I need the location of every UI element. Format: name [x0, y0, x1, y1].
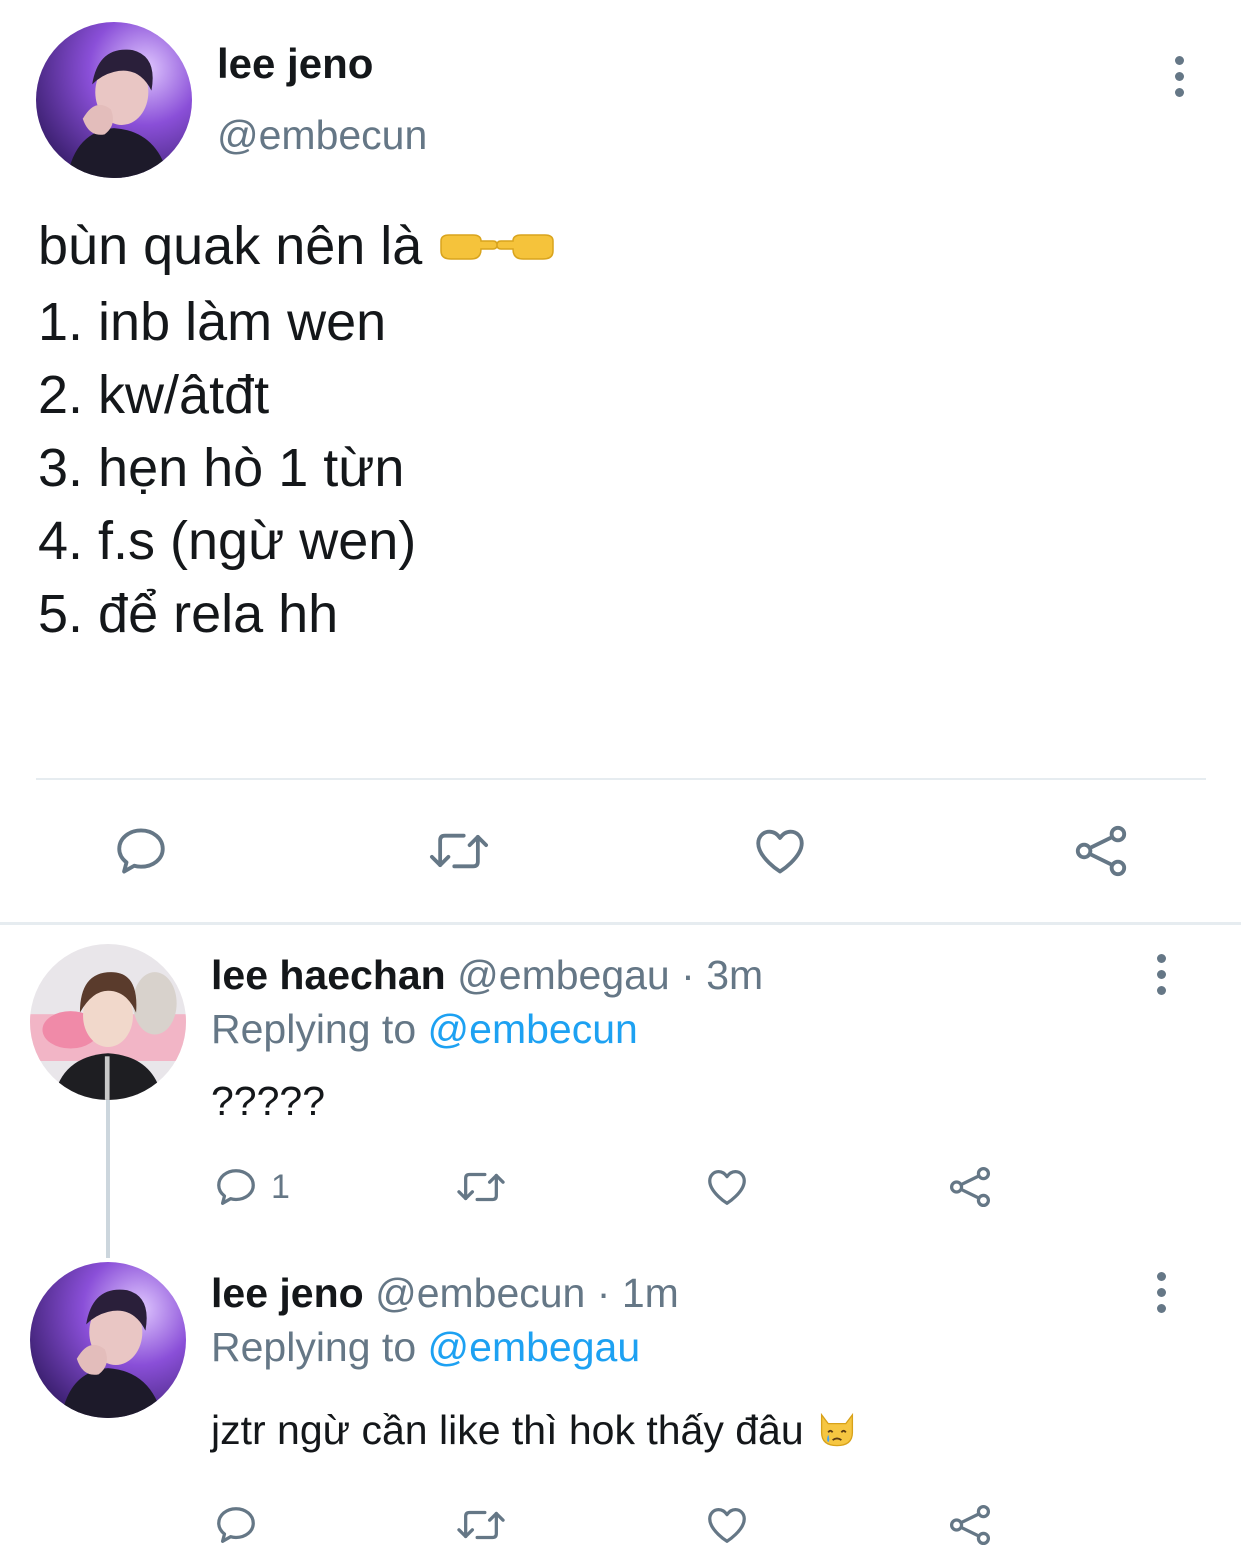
share-button[interactable] [947, 1164, 993, 1210]
tweet-line: bùn quak nên là [38, 210, 557, 286]
retweet-icon [457, 1510, 505, 1540]
timestamp[interactable]: 3m [706, 952, 763, 998]
reply-icon [117, 828, 165, 874]
retweet-icon [457, 1172, 505, 1202]
thread-line [106, 1100, 110, 1258]
replying-label: Replying to [211, 1006, 417, 1052]
retweet-button[interactable] [454, 1502, 508, 1548]
reply-icon [217, 1169, 255, 1205]
divider [0, 922, 1241, 925]
author-handle[interactable]: @embecun [217, 112, 427, 159]
reply-button[interactable] [213, 1502, 271, 1548]
avatar[interactable] [30, 944, 186, 1100]
share-button[interactable] [1072, 822, 1130, 880]
retweet-button[interactable] [426, 822, 492, 880]
reply-icon [217, 1507, 255, 1543]
like-button[interactable] [703, 1502, 751, 1548]
reply-button[interactable]: 1 [213, 1164, 290, 1210]
crying-cat-face-icon [815, 1406, 859, 1460]
tweet-line: 3. hẹn hò 1 từn [38, 438, 405, 499]
retweet-icon [430, 833, 488, 869]
separator: · [681, 952, 695, 998]
avatar[interactable] [36, 22, 192, 178]
share-button[interactable] [947, 1502, 993, 1548]
backhand-index-right-icon [437, 213, 499, 286]
more-options-icon[interactable] [1151, 954, 1171, 995]
mention-link[interactable]: @embegau [428, 1324, 641, 1370]
avatar[interactable] [30, 1262, 186, 1418]
reply-header: lee haechan @embegau · 3m [211, 952, 763, 999]
retweet-button[interactable] [454, 1164, 508, 1210]
tweet-text: bùn quak nên là 1. inb làm wen 2. kw/âtđ… [38, 210, 557, 651]
heart-icon [708, 1508, 746, 1543]
author-name[interactable]: lee haechan [211, 952, 446, 998]
reply-count: 1 [271, 1167, 290, 1206]
reply-text-row: jztr ngừ cần like thì hok thấy đâu [211, 1406, 859, 1460]
reply-button[interactable] [112, 822, 170, 880]
reply-header: lee jeno @embecun · 1m [211, 1270, 679, 1317]
tweet-line-text: bùn quak nên là [38, 216, 423, 276]
reply-text: jztr ngừ cần like thì hok thấy đâu [211, 1406, 804, 1453]
like-button[interactable] [703, 1164, 751, 1210]
author-name[interactable]: lee jeno [217, 40, 373, 88]
author-handle[interactable]: @embegau [457, 952, 670, 998]
timestamp[interactable]: 1m [622, 1270, 679, 1316]
author-name[interactable]: lee jeno [211, 1270, 364, 1316]
share-icon [949, 1504, 991, 1546]
tweet-line: 2. kw/âtđt [38, 365, 270, 426]
more-options-icon[interactable] [1151, 1272, 1171, 1313]
heart-icon [756, 829, 804, 874]
replying-label: Replying to [211, 1324, 417, 1370]
share-icon [1075, 825, 1127, 877]
divider [36, 778, 1206, 780]
replying-to: Replying to @embecun [211, 1006, 638, 1053]
separator: · [596, 1270, 611, 1316]
author-handle[interactable]: @embecun [375, 1270, 585, 1316]
tweet-line: 1. inb làm wen [38, 292, 387, 353]
mention-link[interactable]: @embecun [428, 1006, 638, 1052]
more-options-icon[interactable] [1169, 56, 1189, 97]
tweet-line: 4. f.s (ngừ wen) [38, 511, 417, 572]
like-button[interactable] [750, 822, 810, 880]
tweet-line: 5. để rela hh [38, 584, 339, 645]
reply-text: ????? [211, 1078, 326, 1124]
share-icon [949, 1166, 991, 1208]
backhand-index-left-icon [496, 213, 557, 286]
replying-to: Replying to @embegau [211, 1324, 640, 1371]
heart-icon [708, 1170, 746, 1205]
